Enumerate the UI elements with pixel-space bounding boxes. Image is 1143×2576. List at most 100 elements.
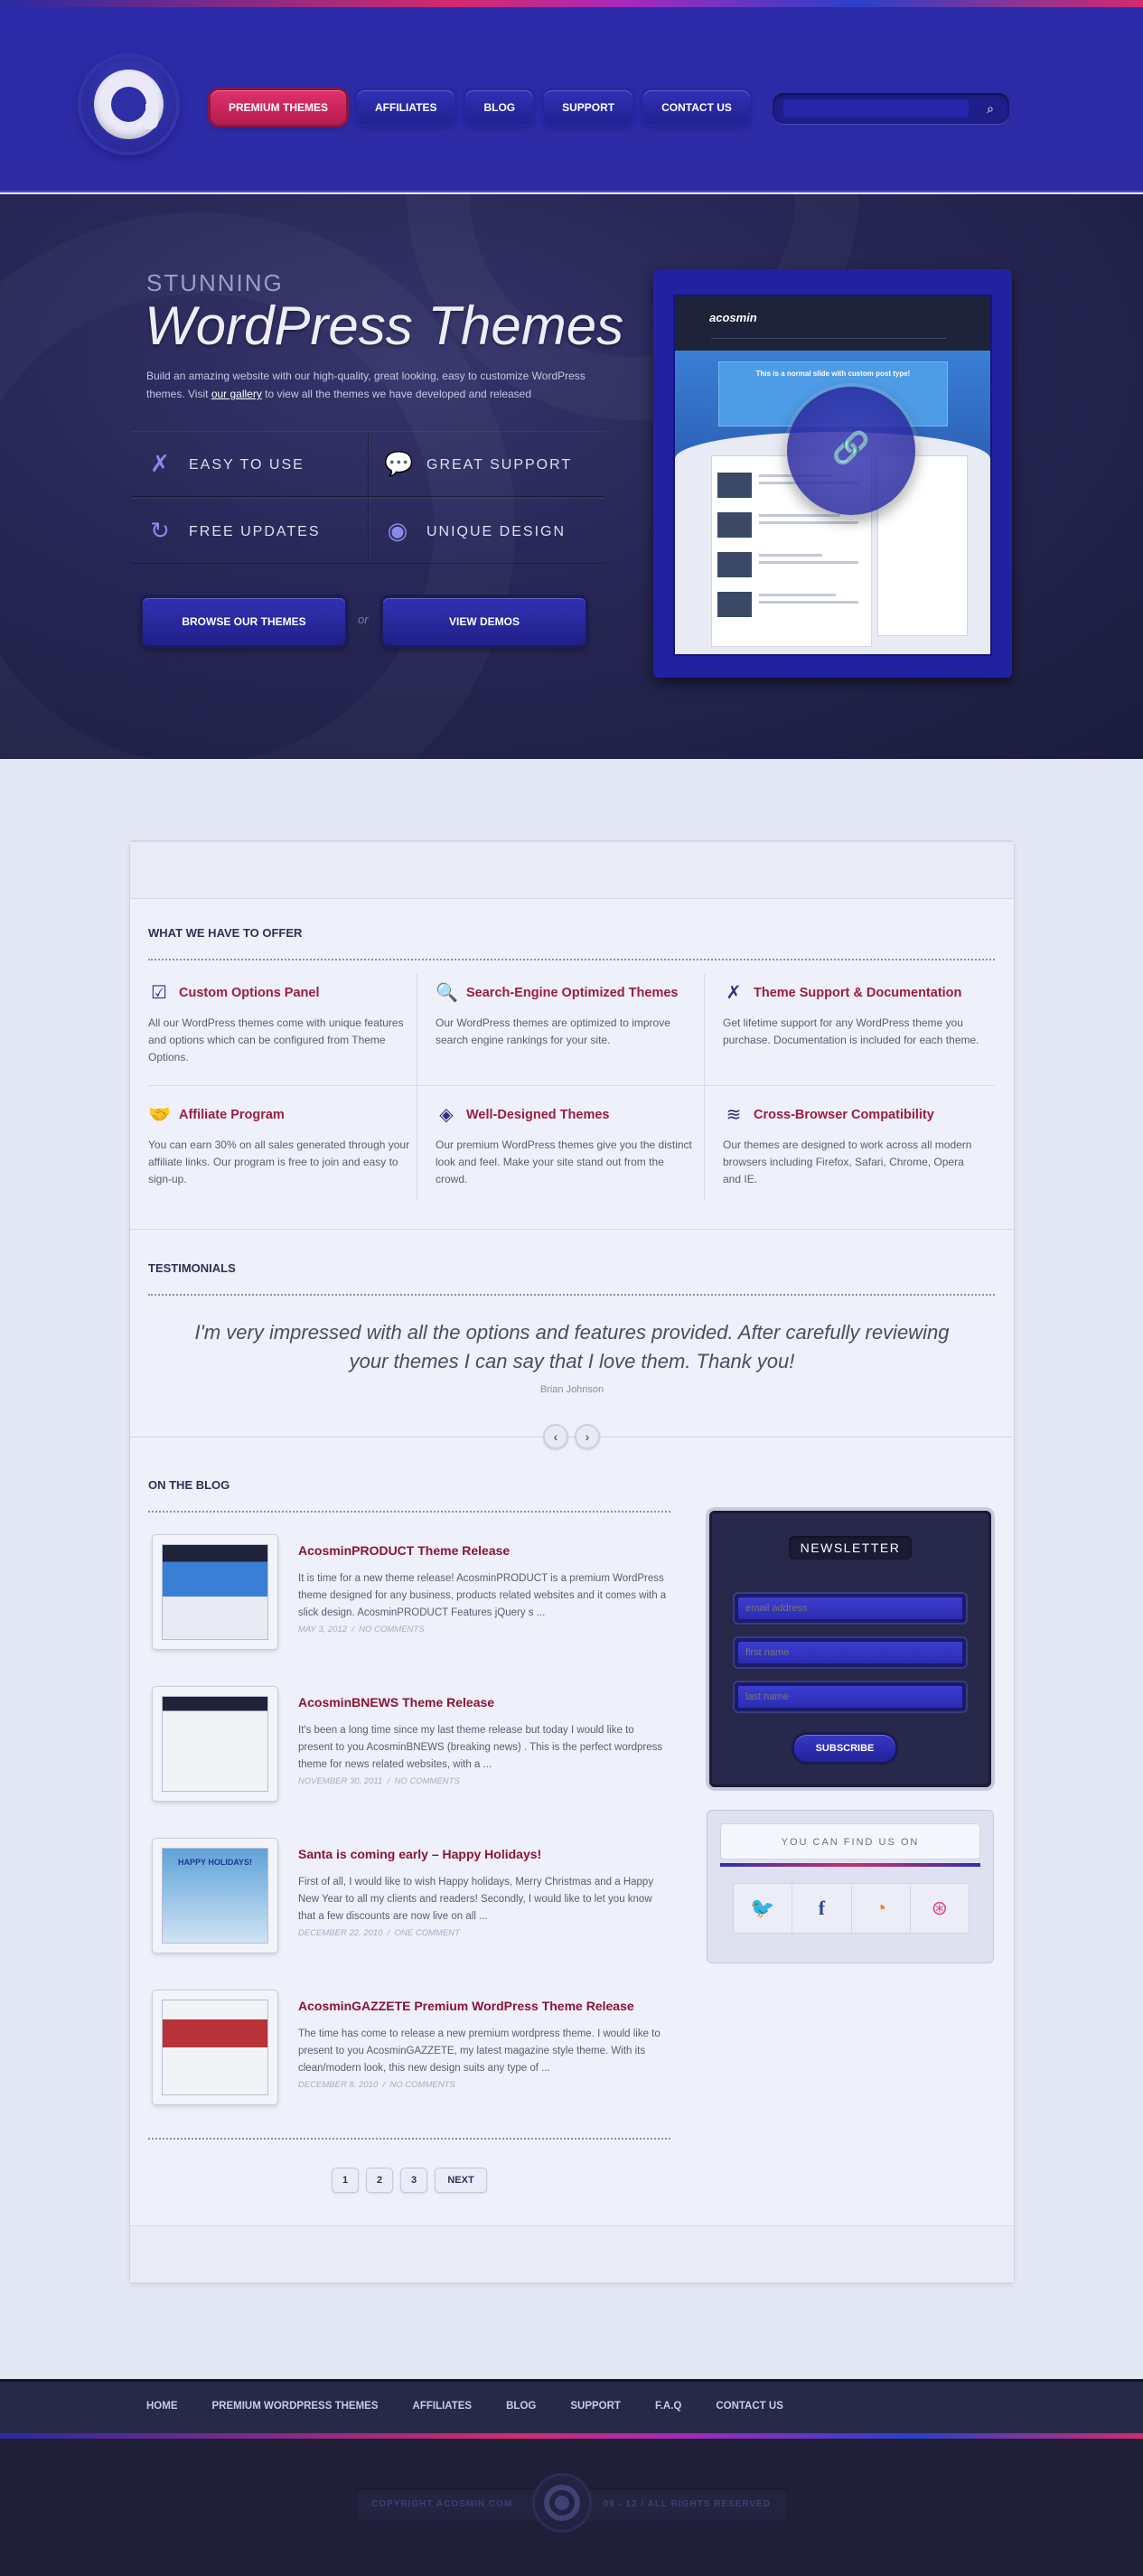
preview-thumb [717, 592, 752, 617]
browse-themes-button[interactable]: BROWSE OUR THEMES [143, 598, 345, 645]
offer-custom-options: ☑ Custom Options Panel All our WordPress… [148, 980, 416, 1089]
footer-nav-faq[interactable]: F.A.Q [655, 2401, 681, 2412]
post-thumbnail[interactable] [152, 1990, 278, 2105]
social-icons: 🐦 f ◔ ⊛ [733, 1883, 970, 1934]
post-date: DECEMBER 8, 2010 [298, 2080, 379, 2090]
testimonial-next-button[interactable]: › [575, 1424, 600, 1449]
nav-affiliates[interactable]: Affiliates [357, 90, 455, 125]
post-comments[interactable]: ONE COMMENT [395, 1928, 460, 1938]
nav-contact-us[interactable]: Contact Us [643, 90, 750, 125]
dribbble-icon[interactable]: ⊛ [911, 1884, 969, 1933]
preview-link-overlay[interactable]: 🔗 [787, 387, 915, 515]
newsletter-first-name-field [735, 1638, 966, 1667]
post-comments[interactable]: NO COMMENTS [395, 1776, 460, 1786]
nav-support[interactable]: Support [544, 90, 633, 125]
search-icon[interactable]: ⌕ [982, 100, 998, 117]
rss-icon[interactable]: ◔ [852, 1884, 911, 1933]
panel-top-band [130, 841, 1014, 899]
testimonials-heading: TESTIMONIALS [148, 1261, 236, 1275]
footer-nav-contact-us[interactable]: CONTACT US [716, 2401, 783, 2412]
subscribe-button[interactable]: SUBSCRIBE [794, 1735, 895, 1762]
post-excerpt: First of all, I would like to wish Happy… [298, 1877, 654, 1922]
offer-heading: WHAT WE HAVE TO OFFER [148, 926, 303, 940]
footer-logo-core [555, 2496, 569, 2510]
hero-title: WordPress Themes [145, 295, 624, 356]
post-title-link[interactable]: Santa is coming early – Happy Holidays! [298, 1847, 541, 1861]
layers-icon: ≋ [726, 1105, 742, 1125]
footer-logo[interactable] [535, 2476, 589, 2530]
search-box: ⌕ [773, 93, 1009, 124]
testimonial-quote: I'm very impressed with all the options … [194, 1321, 950, 1372]
preview-logo: acosmin [709, 311, 757, 324]
newsletter-email-field [735, 1594, 966, 1623]
newsletter-last-name-input[interactable] [738, 1686, 962, 1708]
footer-nav-affiliates[interactable]: AFFILIATES [413, 2401, 473, 2412]
pagination-page-3[interactable]: 3 [400, 2168, 427, 2193]
feature-label: GREAT SUPPORT [426, 457, 573, 473]
blog-bottom-divider [148, 2138, 670, 2140]
nav-premium-themes[interactable]: Premium Themes [211, 90, 347, 125]
facebook-icon[interactable]: f [792, 1884, 852, 1933]
offer-title: Well-Designed Themes [466, 1108, 610, 1122]
testimonial-prev-button[interactable]: ‹ [543, 1424, 568, 1449]
post-thumbnail[interactable]: HAPPY HOLIDAYS! [152, 1838, 278, 1953]
offer-title: Affiliate Program [179, 1108, 285, 1122]
hero-eyebrow: STUNNING [146, 269, 284, 296]
search-input[interactable] [783, 99, 969, 117]
offer-cross-browser: ≋ Cross-Browser Compatibility Our themes… [723, 1102, 990, 1211]
post-date: DECEMBER 22, 2010 [298, 1928, 383, 1938]
offer-divider [148, 959, 995, 960]
post-title-link[interactable]: AcosminBNEWS Theme Release [298, 1695, 494, 1710]
newsletter-email-input[interactable] [738, 1597, 962, 1619]
footer-nav-blog[interactable]: BLOG [506, 2401, 536, 2412]
hero-or-label: or [358, 613, 369, 626]
testimonials-divider [148, 1294, 995, 1296]
hero-features: ✗ EASY TO USE 💬 GREAT SUPPORT ↻ FREE UPD… [131, 431, 605, 565]
feature-label: EASY TO USE [189, 457, 304, 473]
offer-text: Our premium WordPress themes give you th… [436, 1138, 692, 1185]
offer-well-designed: ◈ Well-Designed Themes Our premium WordP… [436, 1102, 703, 1211]
post-title-link[interactable]: AcosminPRODUCT Theme Release [298, 1543, 510, 1558]
footer-nav-premium-themes[interactable]: PREMIUM WORDPRESS THEMES [212, 2401, 379, 2412]
post-title-link[interactable]: AcosminGAZZETE Premium WordPress Theme R… [298, 1999, 634, 2013]
preview-line [759, 554, 822, 557]
pagination-page-2[interactable]: 2 [366, 2168, 393, 2193]
post-thumbnail[interactable] [152, 1534, 278, 1650]
post-thumbnail-image [162, 1696, 268, 1792]
preview-line [759, 561, 858, 564]
preview-header [675, 296, 990, 352]
theme-preview-frame[interactable]: acosmin This is a normal slide with cust… [653, 269, 1012, 678]
footer-nav-support[interactable]: SUPPORT [570, 2401, 621, 2412]
pagination-next[interactable]: NEXT [435, 2168, 487, 2193]
post-thumbnail[interactable] [152, 1686, 278, 1802]
post-date: MAY 3, 2012 [298, 1625, 348, 1635]
newsletter-first-name-input[interactable] [738, 1642, 962, 1663]
rights-text: 09 - 12 / ALL RIGHTS RESERVED [603, 2499, 771, 2509]
site-logo[interactable] [81, 57, 176, 152]
nav-blog[interactable]: Blog [465, 90, 534, 125]
chat-icon: 💬 [384, 450, 414, 477]
blog-post: HAPPY HOLIDAYS! Santa is coming early – … [152, 1838, 667, 1957]
post-meta-separator: / [387, 1928, 390, 1938]
footer-nav-home[interactable]: HOME [146, 2401, 178, 2412]
post-comments[interactable]: NO COMMENTS [359, 1625, 424, 1635]
footer-nav: HOME PREMIUM WORDPRESS THEMES AFFILIATES… [146, 2401, 783, 2412]
feature-label: UNIQUE DESIGN [426, 524, 567, 539]
pagination-page-1[interactable]: 1 [332, 2168, 359, 2193]
testimonial-author: Brian Johnson [539, 1384, 604, 1395]
hero-gallery-link[interactable]: our gallery [211, 388, 262, 400]
offer-text: All our WordPress themes come with uniqu… [148, 1016, 404, 1063]
post-comments[interactable]: NO COMMENTS [389, 2080, 454, 2090]
view-demos-button[interactable]: VIEW DEMOS [383, 598, 586, 645]
post-meta-separator: / [387, 1776, 390, 1786]
logo-ring [94, 70, 164, 139]
twitter-icon[interactable]: 🐦 [734, 1884, 793, 1933]
newsletter-last-name-field [735, 1682, 966, 1711]
social-widget: YOU CAN FIND US ON 🐦 f ◔ ⊛ [707, 1810, 994, 1963]
post-meta: DECEMBER 8, 2010 / NO COMMENTS [298, 2080, 455, 2090]
feature-easy-to-use: ✗ EASY TO USE [131, 431, 368, 497]
post-excerpt: It is time for a new theme release! Acos… [298, 1573, 667, 1618]
hero-desc-after: to view all the themes we have developed… [261, 388, 532, 400]
hero-description: Build an amazing website with our high-q… [146, 367, 616, 403]
offer-seo-themes: 🔍 Search-Engine Optimized Themes Our Wor… [436, 980, 703, 1089]
